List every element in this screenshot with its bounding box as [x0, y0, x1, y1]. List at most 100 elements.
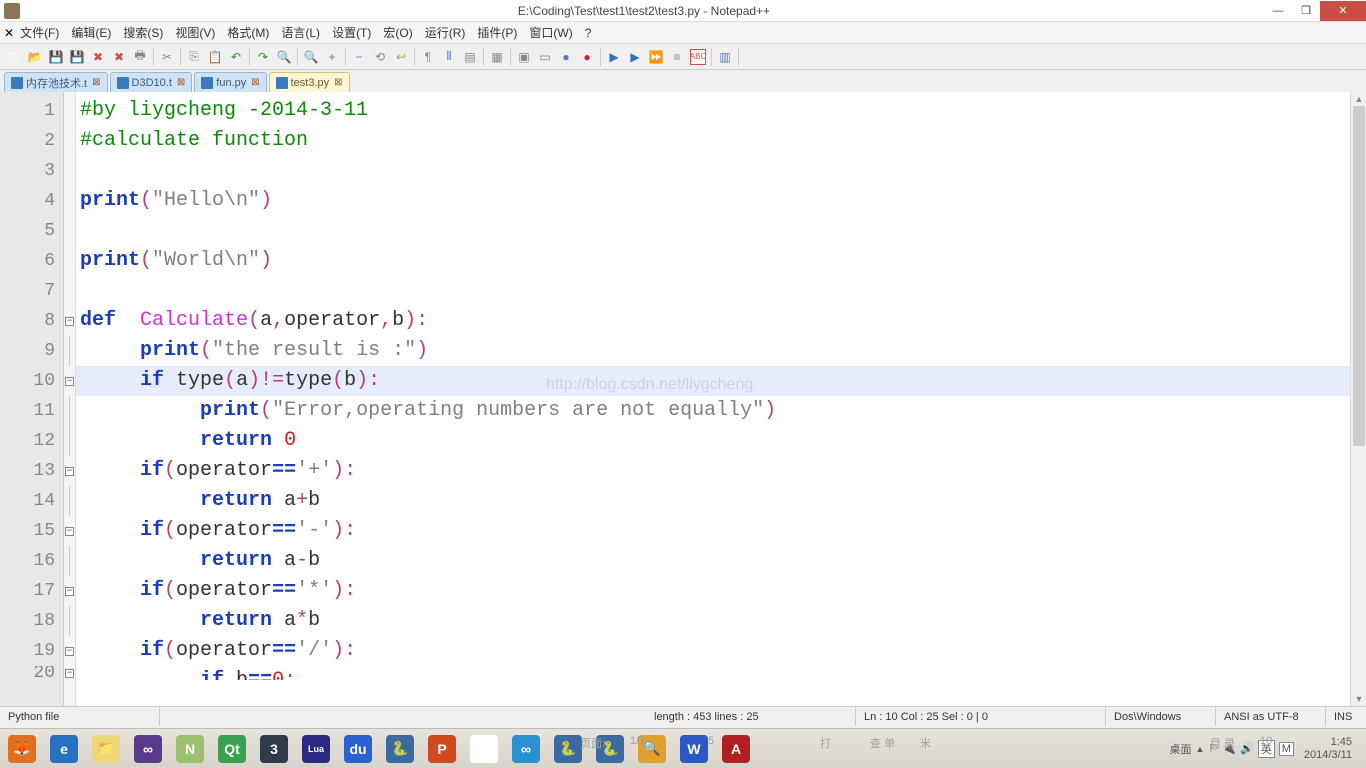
- taskbar-python[interactable]: 🐍: [380, 731, 420, 767]
- menu-4[interactable]: 格式(M): [221, 22, 275, 43]
- paste-button[interactable]: 📋: [205, 47, 225, 67]
- tray-power-icon[interactable]: 🔌: [1222, 742, 1236, 755]
- bookmark-button[interactable]: ●: [556, 47, 576, 67]
- indent-guide-button[interactable]: ⦀: [439, 47, 459, 67]
- show-all-button[interactable]: ¶: [418, 47, 438, 67]
- rec-button[interactable]: ●: [577, 47, 597, 67]
- fold-marker[interactable]: −: [64, 516, 75, 546]
- maximize-button[interactable]: ❐: [1292, 1, 1320, 21]
- new-button[interactable]: ▢: [4, 47, 24, 67]
- close-all-button[interactable]: ✖: [109, 47, 129, 67]
- code-line-14[interactable]: return a+b: [76, 486, 1350, 516]
- panel-button[interactable]: ▥: [715, 47, 735, 67]
- fold-button[interactable]: ▦: [487, 47, 507, 67]
- macro-list-button[interactable]: ≡: [667, 47, 687, 67]
- code-line-2[interactable]: #calculate function: [76, 126, 1350, 156]
- lang-button[interactable]: ▤: [460, 47, 480, 67]
- taskbar-ie[interactable]: e: [44, 731, 84, 767]
- code-line-12[interactable]: return 0: [76, 426, 1350, 456]
- play2-button[interactable]: ▶: [625, 47, 645, 67]
- code-line-8[interactable]: def Calculate(a,operator,b):: [76, 306, 1350, 336]
- tab-close-icon[interactable]: ⊠: [334, 77, 342, 88]
- scroll-thumb[interactable]: [1353, 106, 1365, 446]
- minimize-button[interactable]: —: [1264, 1, 1292, 21]
- taskbar-adobe[interactable]: A: [716, 731, 756, 767]
- scroll-down-icon[interactable]: ▼: [1351, 692, 1366, 706]
- taskbar-teamviewer[interactable]: ∞: [506, 731, 546, 767]
- taskbar-lua[interactable]: Lua: [296, 731, 336, 767]
- undo-button[interactable]: ↶: [226, 47, 246, 67]
- menu-11[interactable]: ?: [579, 24, 598, 42]
- code-line-18[interactable]: return a*b: [76, 606, 1350, 636]
- code-line-6[interactable]: print("World\n"): [76, 246, 1350, 276]
- vertical-scrollbar[interactable]: ▲ ▼: [1350, 92, 1366, 706]
- code-line-11[interactable]: print("Error,operating numbers are not e…: [76, 396, 1350, 426]
- collapse-button[interactable]: ▭: [535, 47, 555, 67]
- editor[interactable]: 1234567891011121314151617181920 −−−−−−− …: [0, 92, 1366, 706]
- tray-chevron-icon[interactable]: ▲: [1196, 744, 1205, 754]
- code-line-20[interactable]: if b==0:: [76, 666, 1350, 680]
- taskbar-baidu[interactable]: du: [338, 731, 378, 767]
- unfold-button[interactable]: ▣: [514, 47, 534, 67]
- tab-test3.py[interactable]: test3.py⊠: [269, 72, 350, 92]
- code-line-9[interactable]: print("the result is :"): [76, 336, 1350, 366]
- find-button[interactable]: 🔍: [274, 47, 294, 67]
- code-line-5[interactable]: [76, 216, 1350, 246]
- taskbar-word[interactable]: W: [674, 731, 714, 767]
- taskbar-explorer[interactable]: 📁: [86, 731, 126, 767]
- copy-button[interactable]: ⎘: [184, 47, 204, 67]
- menu-10[interactable]: 窗口(W): [523, 22, 578, 43]
- code-area[interactable]: http://blog.csdn.net/liygcheng #by liygc…: [76, 92, 1350, 706]
- fold-marker[interactable]: −: [64, 366, 75, 396]
- code-line-13[interactable]: if(operator=='+'):: [76, 456, 1350, 486]
- replace-button[interactable]: 🔍: [301, 47, 321, 67]
- taskbar-notepadpp[interactable]: N: [170, 731, 210, 767]
- secondary-close-button[interactable]: ✕: [4, 26, 14, 40]
- taskbar-chrome[interactable]: ◉: [464, 731, 504, 767]
- taskbar-3dsmax[interactable]: 3: [254, 731, 294, 767]
- code-line-4[interactable]: print("Hello\n"): [76, 186, 1350, 216]
- menu-9[interactable]: 插件(P): [471, 22, 523, 43]
- code-line-3[interactable]: [76, 156, 1350, 186]
- tab-内存池技术.t[interactable]: 内存池技术.t⊠: [4, 72, 108, 92]
- code-line-1[interactable]: #by liygcheng -2014-3-11: [76, 96, 1350, 126]
- menu-6[interactable]: 设置(T): [326, 22, 377, 43]
- tab-close-icon[interactable]: ⊠: [177, 77, 185, 88]
- taskbar-firefox[interactable]: 🦊: [2, 731, 42, 767]
- save-all-button[interactable]: 💾: [67, 47, 87, 67]
- code-line-10[interactable]: if type(a)!=type(b):: [76, 366, 1350, 396]
- code-line-16[interactable]: return a-b: [76, 546, 1350, 576]
- cut-button[interactable]: ✂: [157, 47, 177, 67]
- menu-5[interactable]: 语言(L): [275, 22, 326, 43]
- code-line-7[interactable]: [76, 276, 1350, 306]
- abc-button[interactable]: ABC: [688, 47, 708, 67]
- print-button[interactable]: 🖶: [130, 47, 150, 67]
- menu-0[interactable]: 文件(F): [14, 22, 65, 43]
- sync-button[interactable]: ⟲: [370, 47, 390, 67]
- taskbar-qt[interactable]: Qt: [212, 731, 252, 767]
- zoom-out-button[interactable]: −: [349, 47, 369, 67]
- zoom-in-button[interactable]: +: [322, 47, 342, 67]
- show-desktop-button[interactable]: 桌面: [1170, 741, 1192, 757]
- tab-fun.py[interactable]: fun.py⊠: [194, 72, 266, 92]
- code-line-15[interactable]: if(operator=='-'):: [76, 516, 1350, 546]
- code-line-17[interactable]: if(operator=='*'):: [76, 576, 1350, 606]
- taskbar-everything[interactable]: 🔍: [632, 731, 672, 767]
- tray-volume-icon[interactable]: 🔊: [1240, 742, 1254, 755]
- wrap-button[interactable]: ↩: [391, 47, 411, 67]
- taskbar-python3[interactable]: 🐍: [590, 731, 630, 767]
- tab-D3D10.t[interactable]: D3D10.t⊠: [110, 72, 193, 92]
- taskbar-ppt[interactable]: P: [422, 731, 462, 767]
- clock[interactable]: 1:45 2014/3/11: [1298, 736, 1358, 762]
- close-button[interactable]: ✖: [88, 47, 108, 67]
- menu-7[interactable]: 宏(O): [377, 22, 418, 43]
- taskbar-vs[interactable]: ∞: [128, 731, 168, 767]
- menu-3[interactable]: 视图(V): [169, 22, 221, 43]
- play-fast-button[interactable]: ⏩: [646, 47, 666, 67]
- tab-close-icon[interactable]: ⊠: [251, 77, 259, 88]
- menu-8[interactable]: 运行(R): [419, 22, 472, 43]
- tab-close-icon[interactable]: ⊠: [92, 77, 100, 88]
- fold-column[interactable]: −−−−−−−: [64, 92, 76, 706]
- open-button[interactable]: 📂: [25, 47, 45, 67]
- close-button[interactable]: ✕: [1320, 1, 1366, 21]
